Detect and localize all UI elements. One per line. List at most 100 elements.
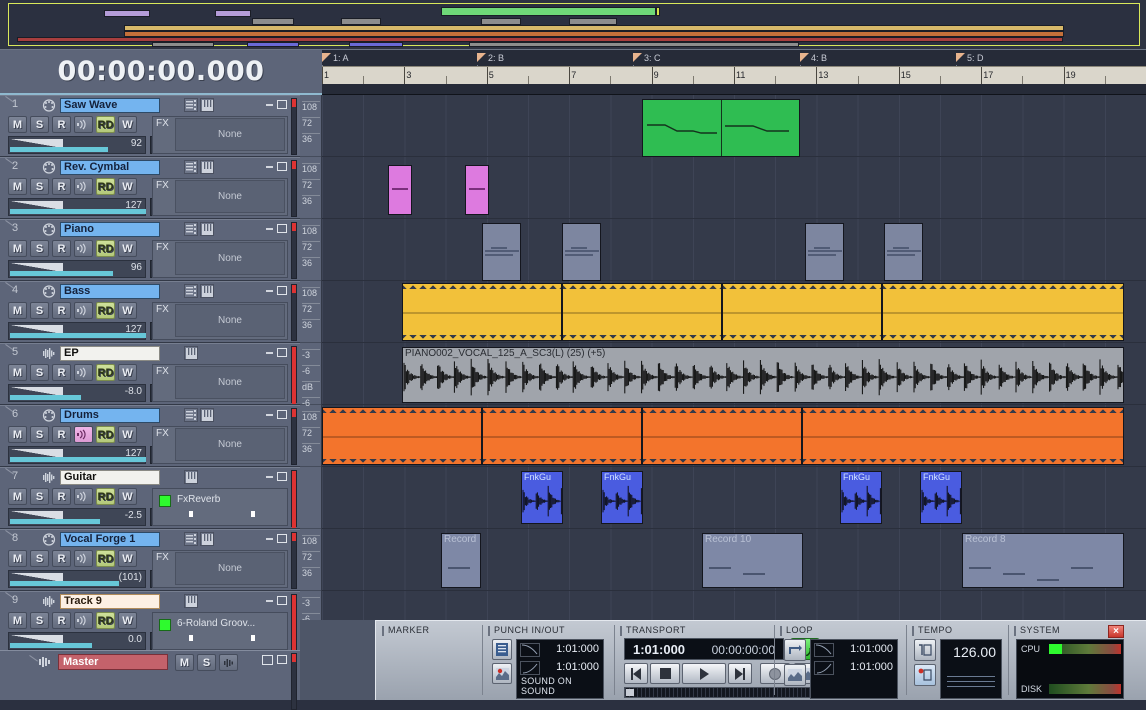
- write-automation-button[interactable]: W: [118, 240, 137, 257]
- fx-slot-empty[interactable]: None: [175, 118, 285, 151]
- track-name-field[interactable]: EP: [60, 346, 160, 361]
- punch-in-value[interactable]: 1:01:000: [556, 643, 599, 655]
- track-fx-panel[interactable]: FX None: [152, 302, 288, 340]
- input-echo-button[interactable]: [74, 364, 93, 381]
- track-name-field[interactable]: Guitar: [60, 470, 160, 485]
- track-fx-panel[interactable]: FX None: [152, 240, 288, 278]
- track-fx-panel[interactable]: FX None: [152, 178, 288, 216]
- overview-clip[interactable]: [252, 18, 294, 25]
- track-volume-slider[interactable]: 92: [8, 136, 146, 154]
- fx-slot-empty[interactable]: None: [175, 428, 285, 461]
- solo-button[interactable]: S: [30, 116, 49, 133]
- clip[interactable]: [722, 283, 882, 341]
- track-lane[interactable]: [322, 281, 1146, 343]
- clip[interactable]: [642, 407, 802, 465]
- track-list-view-icon[interactable]: [184, 284, 198, 298]
- transport-bar-position[interactable]: 1:01:000: [633, 642, 685, 657]
- track-name-field[interactable]: Bass: [60, 284, 160, 299]
- fx-slot-empty[interactable]: None: [175, 242, 285, 275]
- clip[interactable]: [562, 223, 601, 281]
- track-control-buttons[interactable]: M S R RD W: [8, 612, 137, 629]
- record-arm-button[interactable]: R: [52, 116, 71, 133]
- clip[interactable]: [402, 283, 562, 341]
- input-echo-button[interactable]: [74, 488, 93, 505]
- marker-keypad[interactable]: [388, 639, 462, 694]
- track-minimize-icon[interactable]: [266, 290, 273, 292]
- track-view-buttons[interactable]: [184, 98, 214, 112]
- fx-handle-2[interactable]: [251, 635, 255, 641]
- track-piano-view-icon[interactable]: [200, 284, 214, 298]
- punch-list-button[interactable]: [492, 639, 512, 660]
- tempo-map-button[interactable]: [914, 639, 936, 661]
- rewind-to-start-button[interactable]: [624, 663, 648, 684]
- track-control-buttons[interactable]: M S R RD W: [8, 240, 137, 257]
- solo-button[interactable]: S: [30, 364, 49, 381]
- overview-clip[interactable]: [469, 42, 799, 47]
- master-solo-button[interactable]: S: [197, 654, 216, 671]
- track-view-buttons[interactable]: [184, 532, 214, 546]
- track-minimize-icon[interactable]: [266, 600, 273, 602]
- track-list-view-icon[interactable]: [184, 98, 198, 112]
- track-volume-slider[interactable]: (101): [8, 570, 146, 588]
- track-view-buttons[interactable]: [184, 594, 198, 608]
- track-lane[interactable]: [322, 591, 1146, 620]
- track-control-buttons[interactable]: M S R RD W: [8, 550, 137, 567]
- solo-button[interactable]: S: [30, 178, 49, 195]
- write-automation-button[interactable]: W: [118, 364, 137, 381]
- clip[interactable]: [562, 283, 722, 341]
- read-automation-button[interactable]: RD: [96, 240, 115, 257]
- master-track-name[interactable]: Master: [58, 654, 168, 670]
- fx-slot[interactable]: 6-Roland Groov...: [155, 615, 291, 650]
- track-maximize-icon[interactable]: [277, 472, 287, 481]
- track-lane[interactable]: Record Record 10 Record 8: [322, 529, 1146, 591]
- mute-button[interactable]: M: [8, 240, 27, 257]
- clip[interactable]: [805, 223, 844, 281]
- fx-handle-1[interactable]: [189, 635, 193, 641]
- read-automation-button[interactable]: RD: [96, 612, 115, 629]
- tempo-record-button[interactable]: [914, 664, 936, 686]
- track-fx-panel[interactable]: FX None: [152, 116, 288, 154]
- track-control-buttons[interactable]: M S R RD W: [8, 426, 137, 443]
- forward-to-end-button[interactable]: [728, 663, 752, 684]
- read-automation-button[interactable]: RD: [96, 302, 115, 319]
- main-time-display[interactable]: 00:00:00.000: [0, 50, 322, 95]
- track-piano-view-icon[interactable]: [184, 594, 198, 608]
- overview-clip[interactable]: [104, 10, 150, 17]
- clip[interactable]: Record 10: [702, 533, 803, 588]
- clip[interactable]: [388, 165, 412, 215]
- track-name-field[interactable]: Vocal Forge 1: [60, 532, 160, 547]
- track-list-view-icon[interactable]: [184, 408, 198, 422]
- clip[interactable]: [482, 223, 521, 281]
- timeline-ruler[interactable]: 1: A2: B3: C4: B5: D 1357911131517192123…: [322, 50, 1146, 95]
- record-arm-button[interactable]: R: [52, 426, 71, 443]
- track-volume-slider[interactable]: 127: [8, 198, 146, 216]
- track-header[interactable]: 8 Vocal Forge 1 M S R RD W (101) FX None: [0, 529, 300, 591]
- punch-lcd[interactable]: 1:01:000 1:01:000 SOUND ON SOUND: [516, 639, 604, 699]
- input-echo-button[interactable]: [74, 612, 93, 629]
- master-monitor-button[interactable]: [219, 654, 238, 671]
- track-lane[interactable]: [322, 157, 1146, 219]
- track-maximize-icon[interactable]: [277, 534, 287, 543]
- fx-slot-empty[interactable]: None: [175, 366, 285, 399]
- mute-button[interactable]: M: [8, 116, 27, 133]
- fx-slot[interactable]: FxReverb: [155, 491, 291, 527]
- track-volume-slider[interactable]: -2.5: [8, 508, 146, 526]
- input-echo-button[interactable]: [74, 240, 93, 257]
- track-volume-slider[interactable]: 127: [8, 446, 146, 464]
- track-lane[interactable]: PIANO002_VOCAL_125_A_SC3(L) (25) (+5): [322, 343, 1146, 405]
- solo-button[interactable]: S: [30, 426, 49, 443]
- solo-button[interactable]: S: [30, 550, 49, 567]
- timeline-marker[interactable]: 5: D: [956, 51, 984, 94]
- clip[interactable]: [802, 407, 1124, 465]
- clip[interactable]: Record: [441, 533, 481, 588]
- track-fx-panel[interactable]: FX None: [152, 550, 288, 588]
- input-echo-button[interactable]: [74, 302, 93, 319]
- mute-button[interactable]: M: [8, 302, 27, 319]
- mute-button[interactable]: M: [8, 364, 27, 381]
- track-maximize-icon[interactable]: [277, 224, 287, 233]
- read-automation-button[interactable]: RD: [96, 364, 115, 381]
- track-fx-panel[interactable]: FX None: [152, 364, 288, 402]
- overview-clip[interactable]: [247, 42, 299, 47]
- track-minimize-icon[interactable]: [266, 352, 273, 354]
- solo-button[interactable]: S: [30, 302, 49, 319]
